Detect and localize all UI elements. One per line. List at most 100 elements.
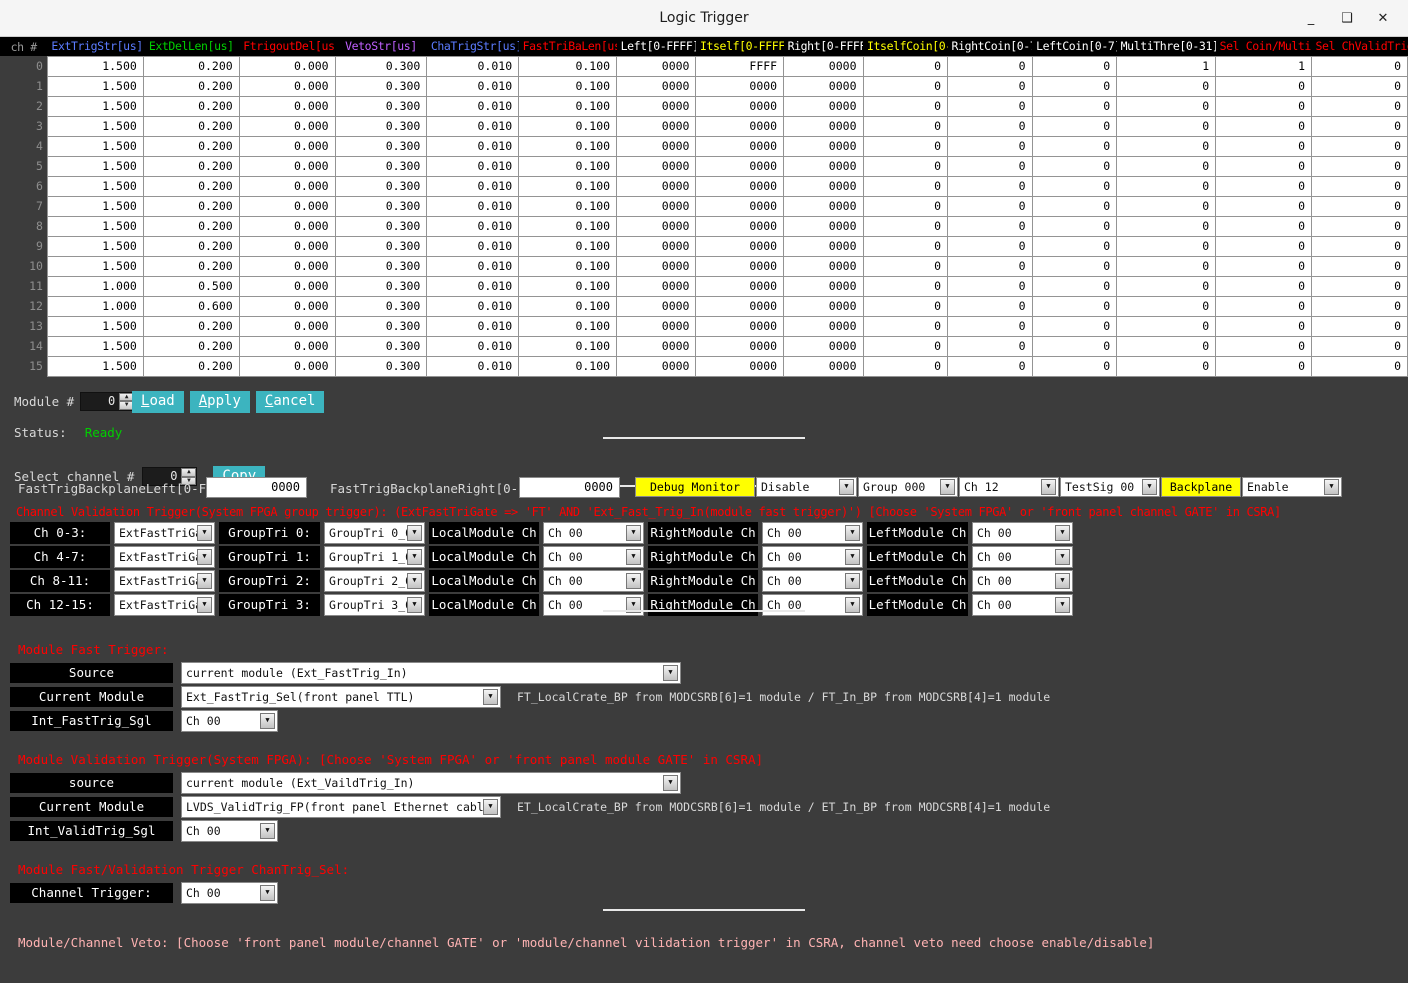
cell-r4-c5[interactable]: 0.100	[518, 135, 618, 157]
cell-r10-c7[interactable]: 0000	[695, 255, 785, 277]
cv-gate-combo-2[interactable]: ExtFastTriGate▼	[114, 569, 215, 592]
cell-r7-c12[interactable]: 0	[1116, 195, 1217, 217]
cell-r14-c2[interactable]: 0.000	[238, 335, 336, 357]
cell-r10-c5[interactable]: 0.100	[518, 255, 618, 277]
cancel-button[interactable]: Cancel	[255, 390, 325, 413]
cell-r4-c0[interactable]: 1.500	[46, 135, 144, 157]
chevron-down-icon[interactable]: ▼	[407, 548, 422, 565]
cell-r3-c8[interactable]: 0000	[783, 115, 864, 137]
cell-r10-c8[interactable]: 0000	[783, 255, 864, 277]
cell-r11-c12[interactable]: 0	[1116, 275, 1217, 297]
cell-r2-c4[interactable]: 0.010	[426, 95, 520, 117]
cell-r4-c13[interactable]: 0	[1215, 135, 1313, 157]
cell-r5-c7[interactable]: 0000	[695, 155, 785, 177]
cell-r0-c1[interactable]: 0.200	[142, 55, 240, 77]
cell-r10-c12[interactable]: 0	[1116, 255, 1217, 277]
cv-left-combo-0[interactable]: Ch 00 ▼	[972, 521, 1073, 544]
cell-r13-c3[interactable]: 0.300	[334, 315, 428, 337]
cell-r1-c3[interactable]: 0.300	[334, 75, 428, 97]
cell-r8-c4[interactable]: 0.010	[426, 215, 520, 237]
cell-r5-c0[interactable]: 1.500	[46, 155, 144, 177]
cell-r9-c6[interactable]: 0000	[616, 235, 697, 257]
cell-r14-c12[interactable]: 0	[1116, 335, 1217, 357]
cell-r14-c4[interactable]: 0.010	[426, 335, 520, 357]
cell-r12-c11[interactable]: 0	[1031, 295, 1118, 317]
chevron-down-icon[interactable]: ▼	[1055, 572, 1070, 589]
cell-r3-c10[interactable]: 0	[947, 115, 1033, 137]
load-button[interactable]: Load	[132, 390, 184, 413]
cell-r4-c12[interactable]: 0	[1116, 135, 1217, 157]
chevron-down-icon[interactable]: ▼	[839, 478, 854, 495]
cell-r11-c8[interactable]: 0000	[783, 275, 864, 297]
cell-r3-c11[interactable]: 0	[1031, 115, 1118, 137]
cell-r11-c14[interactable]: 0	[1311, 275, 1408, 297]
cell-r7-c4[interactable]: 0.010	[426, 195, 520, 217]
cell-r13-c14[interactable]: 0	[1311, 315, 1408, 337]
module-number-value[interactable]: 0	[81, 392, 120, 410]
cell-r8-c7[interactable]: 0000	[695, 215, 785, 237]
cell-r0-c3[interactable]: 0.300	[334, 55, 428, 77]
cell-r7-c11[interactable]: 0	[1031, 195, 1118, 217]
cell-r2-c14[interactable]: 0	[1311, 95, 1408, 117]
cell-r8-c3[interactable]: 0.300	[334, 215, 428, 237]
cell-r0-c9[interactable]: 0	[862, 55, 949, 77]
cell-r7-c7[interactable]: 0000	[695, 195, 785, 217]
cell-r15-c12[interactable]: 0	[1116, 355, 1217, 377]
cell-r7-c14[interactable]: 0	[1311, 195, 1408, 217]
cell-r13-c6[interactable]: 0000	[616, 315, 697, 337]
cell-r12-c6[interactable]: 0000	[616, 295, 697, 317]
cell-r15-c2[interactable]: 0.000	[238, 355, 336, 377]
cell-r7-c9[interactable]: 0	[862, 195, 949, 217]
cv-left-combo-1[interactable]: Ch 00 ▼	[972, 545, 1073, 568]
cv-right-combo-0[interactable]: Ch 00 ▼	[762, 521, 863, 544]
cell-r4-c6[interactable]: 0000	[616, 135, 697, 157]
cv-gate-combo-0[interactable]: ExtFastTriGate▼	[114, 521, 215, 544]
cell-r0-c7[interactable]: FFFF	[695, 55, 785, 77]
cell-r7-c8[interactable]: 0000	[783, 195, 864, 217]
cell-r1-c12[interactable]: 0	[1116, 75, 1217, 97]
cv-local-combo-3[interactable]: Ch 00 ▼	[543, 593, 644, 616]
cell-r3-c6[interactable]: 0000	[616, 115, 697, 137]
cell-r15-c9[interactable]: 0	[862, 355, 949, 377]
cell-r7-c6[interactable]: 0000	[616, 195, 697, 217]
cell-r6-c11[interactable]: 0	[1031, 175, 1118, 197]
cell-r11-c2[interactable]: 0.000	[238, 275, 336, 297]
chevron-down-icon[interactable]: ▼	[663, 774, 678, 791]
cell-r1-c14[interactable]: 0	[1311, 75, 1408, 97]
cell-r10-c10[interactable]: 0	[947, 255, 1033, 277]
cell-r5-c14[interactable]: 0	[1311, 155, 1408, 177]
cell-r3-c0[interactable]: 1.500	[46, 115, 144, 137]
cell-r9-c9[interactable]: 0	[862, 235, 949, 257]
cell-r14-c0[interactable]: 1.500	[46, 335, 144, 357]
cell-r6-c10[interactable]: 0	[947, 175, 1033, 197]
cell-r15-c14[interactable]: 0	[1311, 355, 1408, 377]
cell-r14-c7[interactable]: 0000	[695, 335, 785, 357]
cell-r0-c5[interactable]: 0.100	[518, 55, 618, 77]
cell-r12-c2[interactable]: 0.000	[238, 295, 336, 317]
chevron-down-icon[interactable]: ▼	[845, 548, 860, 565]
cell-r1-c7[interactable]: 0000	[695, 75, 785, 97]
cell-r0-c8[interactable]: 0000	[783, 55, 864, 77]
cell-r2-c6[interactable]: 0000	[616, 95, 697, 117]
debug-enable-combo[interactable]: Disable ▼	[756, 476, 857, 497]
cv-right-combo-3[interactable]: Ch 00 ▼	[762, 593, 863, 616]
cell-r15-c0[interactable]: 1.500	[46, 355, 144, 377]
cell-r2-c13[interactable]: 0	[1215, 95, 1313, 117]
chevron-down-icon[interactable]: ▼	[407, 524, 422, 541]
cell-r13-c0[interactable]: 1.500	[46, 315, 144, 337]
cell-r12-c8[interactable]: 0000	[783, 295, 864, 317]
cell-r7-c3[interactable]: 0.300	[334, 195, 428, 217]
cell-r10-c13[interactable]: 0	[1215, 255, 1313, 277]
module-valid-int-combo[interactable]: Ch 00 ▼	[181, 819, 278, 842]
cell-r3-c2[interactable]: 0.000	[238, 115, 336, 137]
cell-r4-c2[interactable]: 0.000	[238, 135, 336, 157]
cell-r11-c3[interactable]: 0.300	[334, 275, 428, 297]
cell-r11-c6[interactable]: 0000	[616, 275, 697, 297]
cell-r15-c11[interactable]: 0	[1031, 355, 1118, 377]
chantrig-combo[interactable]: Ch 00 ▼	[181, 881, 278, 904]
cell-r13-c5[interactable]: 0.100	[518, 315, 618, 337]
cell-r2-c1[interactable]: 0.200	[142, 95, 240, 117]
cell-r2-c5[interactable]: 0.100	[518, 95, 618, 117]
cell-r1-c2[interactable]: 0.000	[238, 75, 336, 97]
cell-r1-c8[interactable]: 0000	[783, 75, 864, 97]
